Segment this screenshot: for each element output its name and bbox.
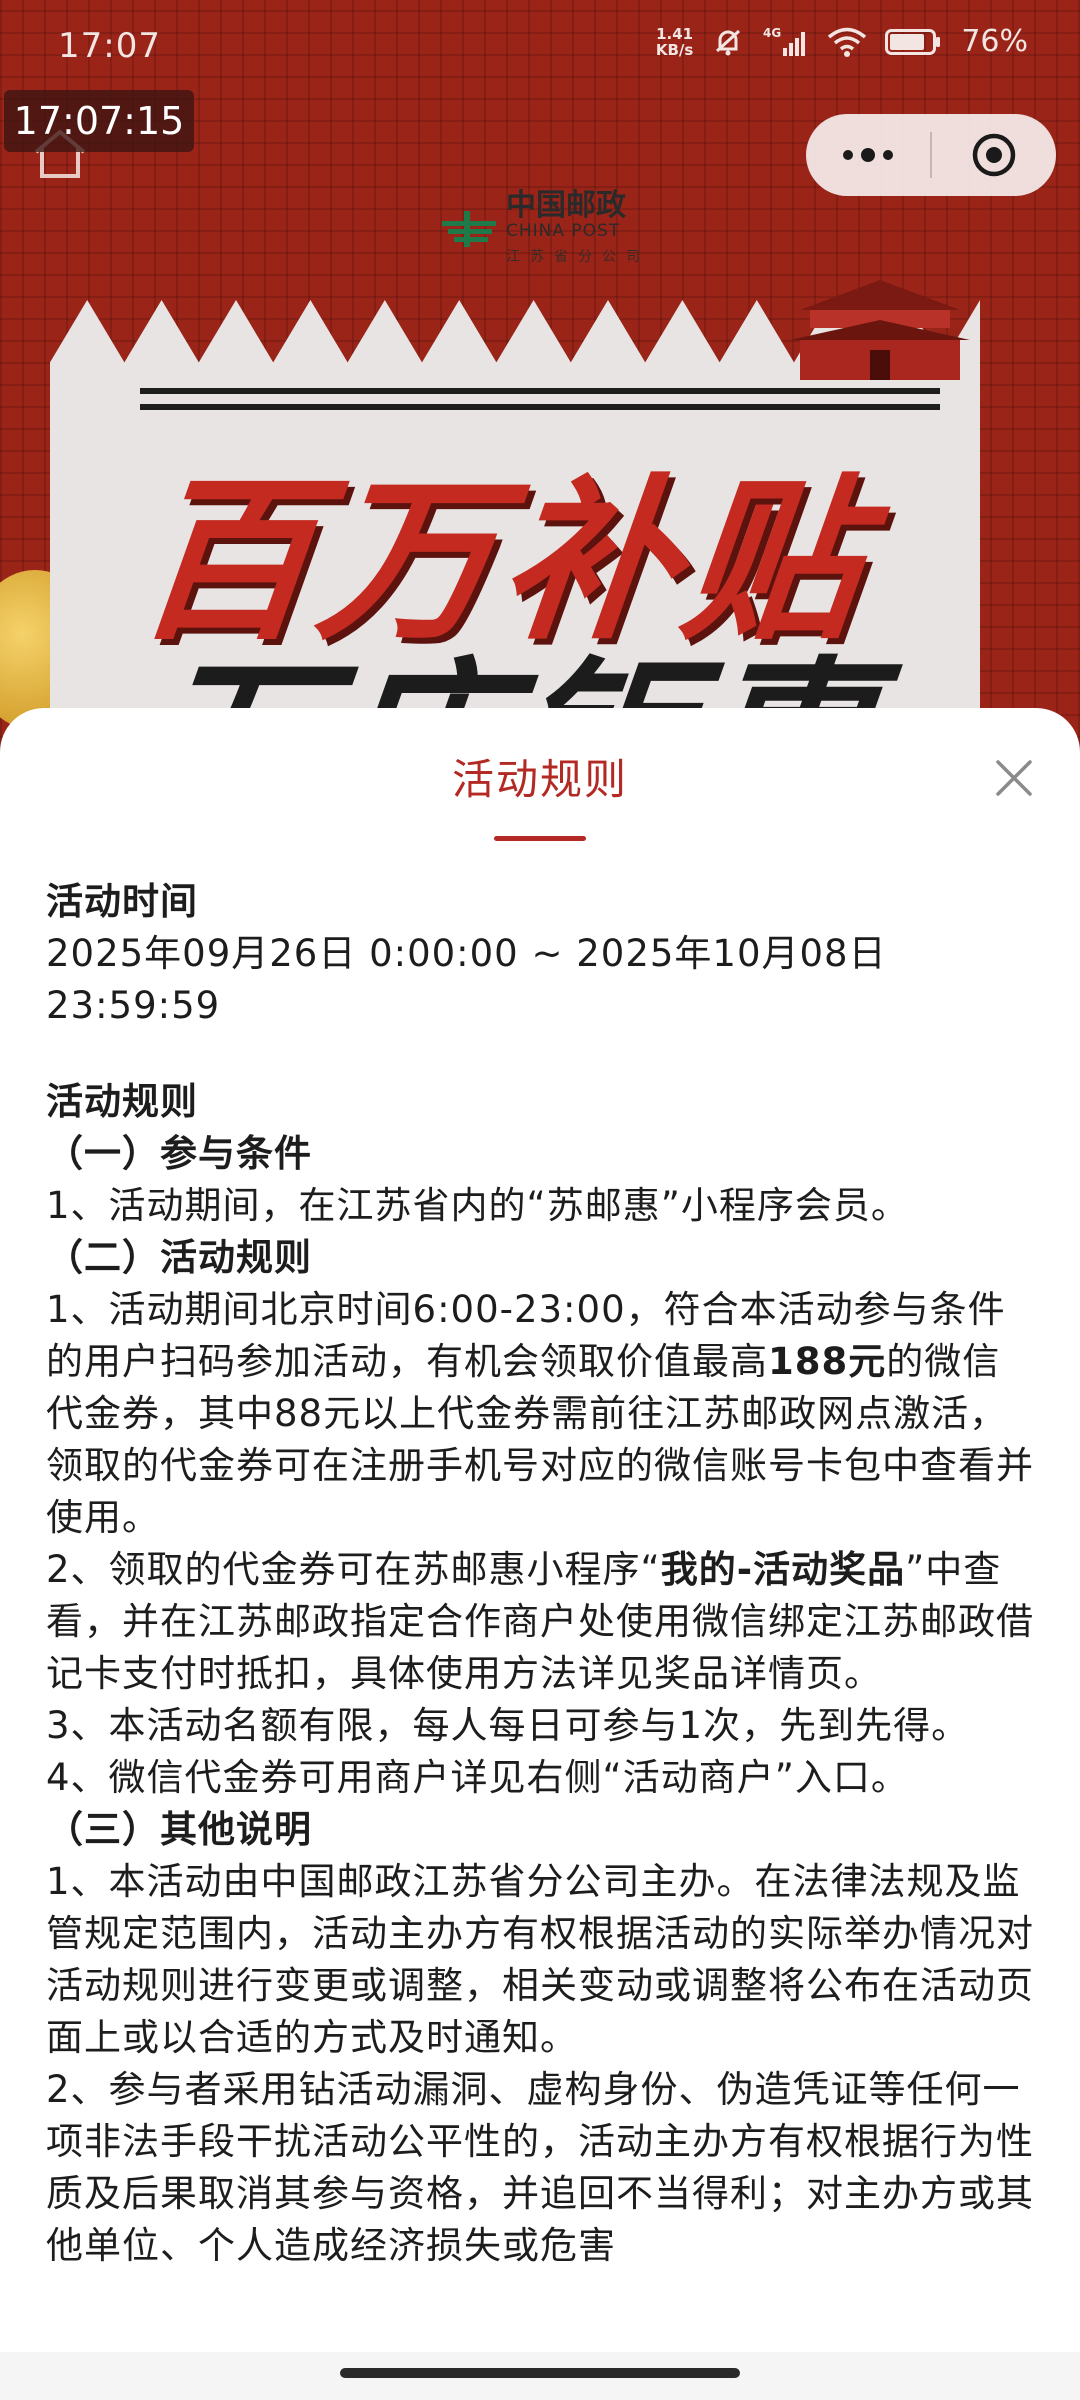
section-2-title: （二）活动规则 <box>46 1236 312 1279</box>
palace-gate-decoration <box>780 270 980 394</box>
section-1-item-1: 1、活动期间，在江苏省内的“苏邮惠”小程序会员。 <box>46 1184 909 1227</box>
more-dots-icon <box>843 148 893 162</box>
section-2-item-3: 3、本活动名额有限，每人每日可参与1次，先到先得。 <box>46 1704 970 1747</box>
status-time: 17:07 <box>58 26 161 66</box>
time-heading: 活动时间 <box>46 880 198 923</box>
china-post-emblem-icon <box>442 211 496 247</box>
cellular-signal-icon: 4G <box>763 26 809 58</box>
bell-muted-icon <box>711 25 745 59</box>
section-2-item-1-highlight: 188元 <box>768 1340 887 1383</box>
exit-miniprogram-button[interactable] <box>932 114 1056 196</box>
overlay-clock: 17:07:15 <box>4 90 194 152</box>
close-button[interactable] <box>982 746 1046 810</box>
section-2-item-2: 2、领取的代金券可在苏邮惠小程序“我的-活动奖品”中查看，并在江苏邮政指定合作商… <box>46 1544 1036 1700</box>
section-3-item-1: 1、本活动由中国邮政江苏省分公司主办。在法律法规及监管规定范围内，活动主办方有权… <box>46 1860 1034 2059</box>
more-button[interactable] <box>806 114 930 196</box>
battery-icon <box>885 28 943 56</box>
section-2-item-2-highlight: 我的-活动奖品 <box>660 1548 906 1591</box>
section-1-title: （一）参与条件 <box>46 1132 312 1175</box>
wifi-icon <box>827 26 867 58</box>
screen: 中国邮政 CHINA POST 江苏省分公司 百万补贴 万店钜惠 17:07 1… <box>0 0 1080 2400</box>
logo-chinese-name: 中国邮政 <box>506 188 626 223</box>
rules-content: 活动时间 2025年09月26日 0:00:00 ~ 2025年10月08日 2… <box>46 876 1036 2272</box>
close-icon <box>996 760 1032 796</box>
home-indicator[interactable] <box>340 2368 740 2378</box>
network-speed: 1.41 KB/s <box>656 26 693 58</box>
china-post-logo: 中国邮政 CHINA POST 江苏省分公司 <box>442 190 650 266</box>
battery-percent: 76% <box>961 24 1028 59</box>
time-range-line-2: 23:59:59 <box>46 984 221 1027</box>
network-speed-unit: KB/s <box>655 40 694 59</box>
miniprogram-capsule <box>806 114 1056 196</box>
section-2-item-4: 4、微信代金券可用商户详见右侧“活动商户”入口。 <box>46 1756 909 1799</box>
section-3-item-2: 2、参与者采用钻活动漏洞、虚构身份、伪造凭证等任何一项非法手段干扰活动公平性的，… <box>46 2068 1034 2267</box>
section-2-item-2-text-a: 2、领取的代金券可在苏邮惠小程序“ <box>46 1548 661 1591</box>
title-underline <box>494 836 586 841</box>
target-circle-icon <box>972 133 1016 177</box>
section-2-item-1: 1、活动期间北京时间6:00-23:00，符合本活动参与条件的用户扫码参加活动，… <box>46 1284 1036 1544</box>
status-bar: 17:07 1.41 KB/s 4G 76% <box>0 0 1080 96</box>
svg-text:4G: 4G <box>763 26 781 40</box>
poster-divider-lines <box>140 388 940 420</box>
time-range-line-1: 2025年09月26日 0:00:00 ~ 2025年10月08日 <box>46 932 887 975</box>
rules-heading: 活动规则 <box>46 1080 198 1123</box>
sheet-title: 活动规则 <box>451 755 628 804</box>
network-speed-value: 1.41 <box>656 24 694 43</box>
logo-branch-name: 江苏省分公司 <box>506 249 650 265</box>
status-indicators: 1.41 KB/s 4G 76% <box>656 24 1028 59</box>
logo-english-name: CHINA POST <box>506 221 621 241</box>
rules-bottom-sheet: 活动规则 活动时间 2025年09月26日 0:00:00 ~ 2025年10月… <box>0 708 1080 2400</box>
section-3-title: （三）其他说明 <box>46 1808 312 1851</box>
